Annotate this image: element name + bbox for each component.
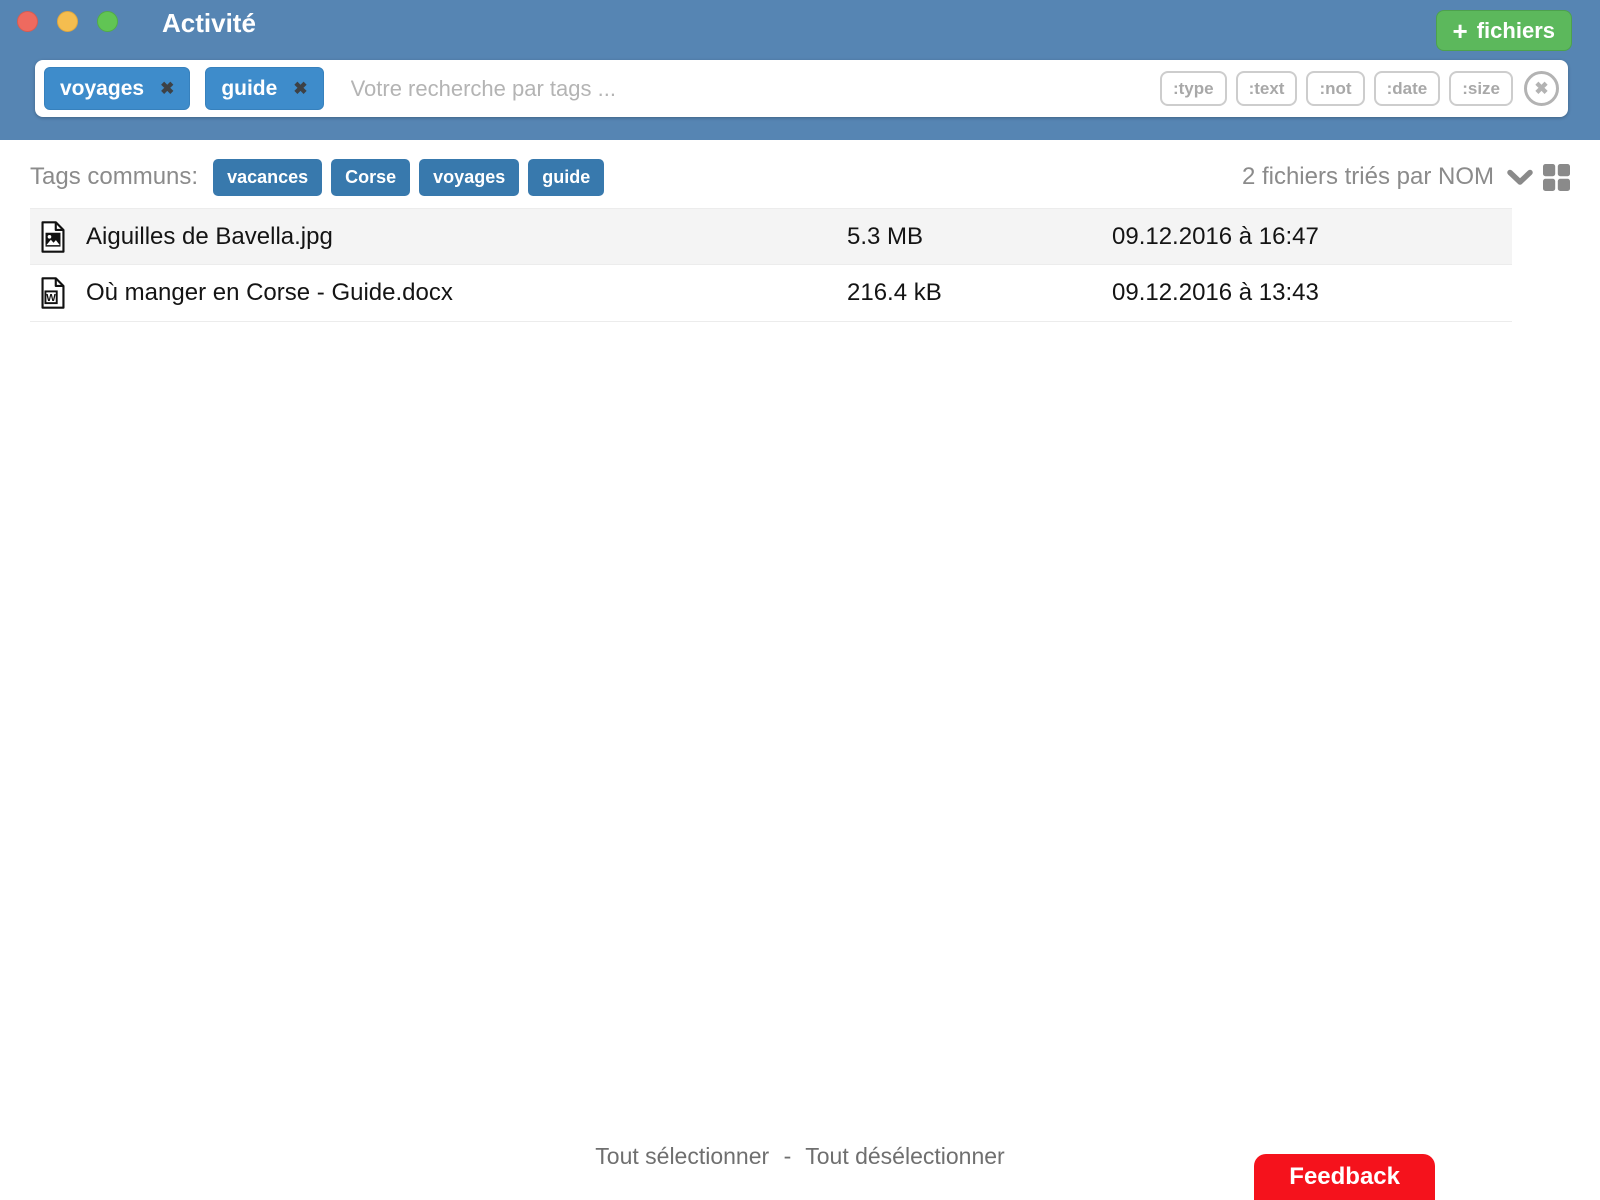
search-chip-voyages[interactable]: voyages ✖ (44, 67, 190, 110)
file-name: Aiguilles de Bavella.jpg (86, 223, 847, 251)
file-list: Aiguilles de Bavella.jpg 5.3 MB 09.12.20… (30, 208, 1512, 322)
file-name: Où manger en Corse - Guide.docx (86, 279, 847, 307)
tag-vacances[interactable]: vacances (213, 159, 322, 196)
file-size: 5.3 MB (847, 223, 1112, 251)
search-chip-label: guide (221, 77, 277, 101)
file-size: 216.4 kB (847, 279, 1112, 307)
search-chip-label: voyages (60, 77, 144, 101)
filter-size-button[interactable]: :size (1449, 71, 1513, 106)
file-date: 09.12.2016 à 16:47 (1112, 223, 1512, 251)
file-row-aiguilles[interactable]: Aiguilles de Bavella.jpg 5.3 MB 09.12.20… (30, 208, 1512, 265)
filter-date-button[interactable]: :date (1374, 71, 1441, 106)
app-window: Activité + fichiers voyages ✖ guide ✖ :t… (0, 0, 1600, 1200)
tag-guide[interactable]: guide (528, 159, 604, 196)
search-chip-guide[interactable]: guide ✖ (205, 67, 323, 110)
remove-tag-icon[interactable]: ✖ (160, 79, 174, 99)
tag-corse[interactable]: Corse (331, 159, 410, 196)
select-all-link[interactable]: Tout sélectionner (595, 1143, 769, 1169)
link-separator: - (784, 1143, 792, 1169)
plus-icon: + (1453, 18, 1468, 44)
svg-text:W: W (46, 293, 56, 304)
remove-tag-icon[interactable]: ✖ (293, 79, 307, 99)
add-files-button[interactable]: + fichiers (1436, 10, 1572, 51)
filter-type-button[interactable]: :type (1160, 71, 1227, 106)
tag-search-input[interactable] (339, 76, 1151, 102)
sort-status-text: 2 fichiers triés par NOM (1242, 163, 1494, 191)
window-title: Activité (162, 8, 256, 39)
filter-not-button[interactable]: :not (1306, 71, 1364, 106)
zoom-window-button[interactable] (97, 11, 118, 32)
grid-view-icon[interactable] (1543, 164, 1570, 191)
traffic-lights (17, 11, 118, 32)
common-tags-label: Tags communs: (30, 163, 198, 191)
image-file-icon (40, 221, 66, 253)
clear-search-icon[interactable]: ✖ (1524, 71, 1559, 106)
word-file-icon: W (40, 277, 66, 309)
file-date: 09.12.2016 à 13:43 (1112, 279, 1512, 307)
common-tags-bar: Tags communs: vacances Corse voyages gui… (30, 155, 1570, 199)
close-window-button[interactable] (17, 11, 38, 32)
tag-search-bar: voyages ✖ guide ✖ :type :text :not :date… (35, 60, 1568, 117)
filter-text-button[interactable]: :text (1236, 71, 1298, 106)
chevron-down-icon[interactable] (1506, 169, 1534, 186)
deselect-all-link[interactable]: Tout désélectionner (805, 1143, 1004, 1169)
tag-voyages[interactable]: voyages (419, 159, 519, 196)
titlebar: Activité + fichiers voyages ✖ guide ✖ :t… (0, 0, 1600, 140)
file-row-ou-manger[interactable]: W Où manger en Corse - Guide.docx 216.4 … (30, 265, 1512, 322)
feedback-button[interactable]: Feedback (1254, 1154, 1435, 1200)
minimize-window-button[interactable] (57, 11, 78, 32)
add-files-label: fichiers (1477, 18, 1555, 44)
